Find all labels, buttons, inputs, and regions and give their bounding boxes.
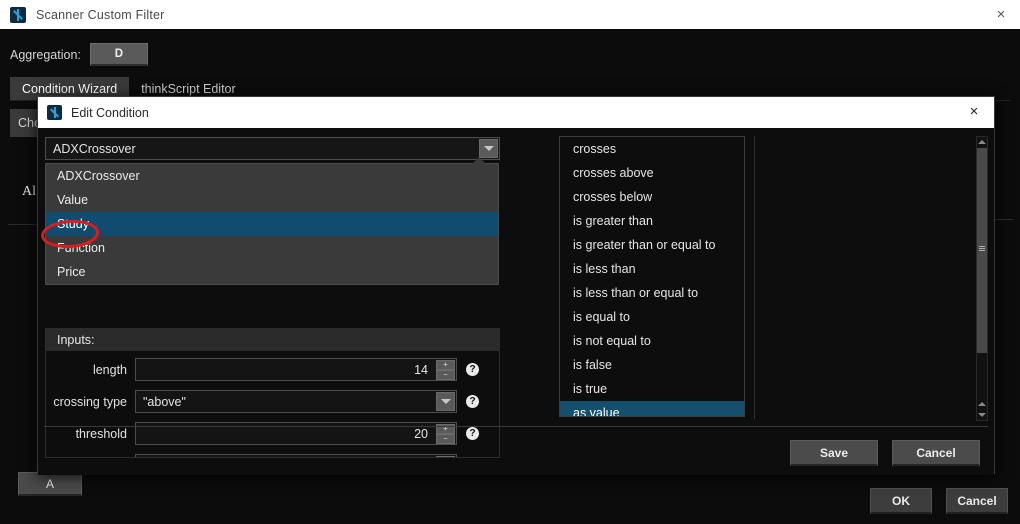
dialog-buttons: Save Cancel — [790, 440, 980, 466]
input-field-length[interactable]: 14 + − — [135, 358, 457, 381]
operator-item-is-not-equal-to[interactable]: is not equal to — [560, 329, 744, 353]
scroll-page-up-icon[interactable] — [977, 399, 987, 409]
input-label-threshold: threshold — [75, 426, 127, 441]
scrollbar-thumb[interactable] — [977, 148, 987, 353]
input-field-clipped[interactable] — [135, 454, 457, 457]
inputs-header: Inputs: — [46, 329, 499, 351]
spinner-length: + − — [436, 360, 455, 380]
condition-source-dropdown: ADXCrossover Value Study Function Price — [45, 157, 499, 285]
aggregation-label: Aggregation: — [10, 47, 81, 62]
window-titlebar: Scanner Custom Filter × — [0, 0, 1020, 29]
input-value-threshold: 20 — [414, 426, 428, 441]
window-buttons: OK Cancel — [870, 488, 1008, 514]
help-icon-threshold[interactable]: ? — [466, 427, 479, 440]
input-field-crossing-type[interactable]: "above" — [135, 390, 457, 413]
operator-item-is-greater-than[interactable]: is greater than — [560, 209, 744, 233]
chevron-down-icon-clipped[interactable] — [436, 456, 455, 457]
aggregation-button[interactable]: D — [89, 43, 148, 66]
dropdown-item-study[interactable]: Study — [46, 212, 498, 236]
inputs-panel: Inputs: length 14 + − ? crossing type "a… — [45, 328, 500, 458]
chevron-down-icon-crossing-type[interactable] — [436, 392, 455, 411]
dialog-close-icon[interactable]: × — [964, 102, 984, 122]
scrollbar-grip-icon — [979, 246, 985, 252]
input-label-crossing-type: crossing type — [53, 394, 127, 409]
operator-item-is-equal-to[interactable]: is equal to — [560, 305, 744, 329]
input-value-length: 14 — [414, 362, 428, 377]
operator-item-crosses-below[interactable]: crosses below — [560, 185, 744, 209]
dialog-separator — [44, 426, 988, 427]
chevron-down-icon[interactable] — [479, 139, 498, 158]
spinner-down-icon[interactable]: − — [436, 370, 455, 380]
spinner-down-icon[interactable]: − — [436, 434, 455, 444]
operator-item-is-true[interactable]: is true — [560, 377, 744, 401]
dropdown-item-price[interactable]: Price — [46, 260, 498, 284]
edit-condition-dialog: Edit Condition × ADXCrossover ADXCrossov… — [37, 96, 995, 475]
input-row-clipped — [46, 452, 499, 457]
dropdown-item-value[interactable]: Value — [46, 188, 498, 212]
dialog-titlebar: Edit Condition × — [38, 97, 994, 128]
scroll-up-icon[interactable] — [977, 137, 987, 147]
operator-item-is-less-than-or-equal-to[interactable]: is less than or equal to — [560, 281, 744, 305]
window-title: Scanner Custom Filter — [36, 7, 165, 22]
dialog-body: ADXCrossover ADXCrossover Value Study Fu… — [38, 128, 994, 475]
add-condition-button[interactable]: A — [18, 472, 82, 496]
input-value-crossing-type: "above" — [143, 394, 186, 409]
operator-item-is-greater-than-or-equal-to[interactable]: is greater than or equal to — [560, 233, 744, 257]
dropdown-caret-icon — [472, 157, 486, 164]
app-icon — [10, 6, 26, 23]
ok-button[interactable]: OK — [870, 488, 932, 514]
dialog-cancel-button[interactable]: Cancel — [892, 440, 980, 466]
input-label-length: length — [92, 362, 127, 377]
condition-source-value: ADXCrossover — [53, 141, 136, 156]
input-row-crossing-type: crossing type "above" ? — [46, 388, 499, 415]
column-divider — [754, 136, 755, 419]
condition-source-column: ADXCrossover ADXCrossover Value Study Fu… — [45, 137, 500, 285]
input-row-threshold: threshold 20 + − ? — [46, 420, 499, 447]
help-icon-length[interactable]: ? — [466, 363, 479, 376]
aggregation-row: Aggregation: D — [10, 43, 148, 66]
operator-item-crosses-above[interactable]: crosses above — [560, 161, 744, 185]
save-button[interactable]: Save — [790, 440, 878, 466]
dropdown-item-adxcrossover[interactable]: ADXCrossover — [46, 164, 498, 188]
operator-item-as-value[interactable]: as value — [560, 401, 744, 416]
all-label: Al — [22, 184, 36, 199]
input-row-length: length 14 + − ? — [46, 356, 499, 383]
dropdown-item-function[interactable]: Function — [46, 236, 498, 260]
scroll-down-icon[interactable] — [977, 410, 987, 420]
operator-item-crosses[interactable]: crosses — [560, 137, 744, 161]
cancel-button[interactable]: Cancel — [946, 488, 1008, 514]
dialog-title: Edit Condition — [71, 105, 149, 120]
app-root: Scanner Custom Filter × Aggregation: D C… — [0, 0, 1020, 524]
operator-list[interactable]: crosses crosses above crosses below is g… — [559, 136, 745, 417]
help-icon-crossing-type[interactable]: ? — [466, 395, 479, 408]
dialog-icon — [47, 105, 62, 120]
operator-item-is-false[interactable]: is false — [560, 353, 744, 377]
close-icon[interactable]: × — [990, 4, 1012, 26]
operator-item-is-less-than[interactable]: is less than — [560, 257, 744, 281]
condition-source-combo[interactable]: ADXCrossover — [45, 137, 500, 160]
dialog-scrollbar[interactable] — [976, 136, 988, 421]
spinner-up-icon[interactable]: + — [436, 360, 455, 370]
